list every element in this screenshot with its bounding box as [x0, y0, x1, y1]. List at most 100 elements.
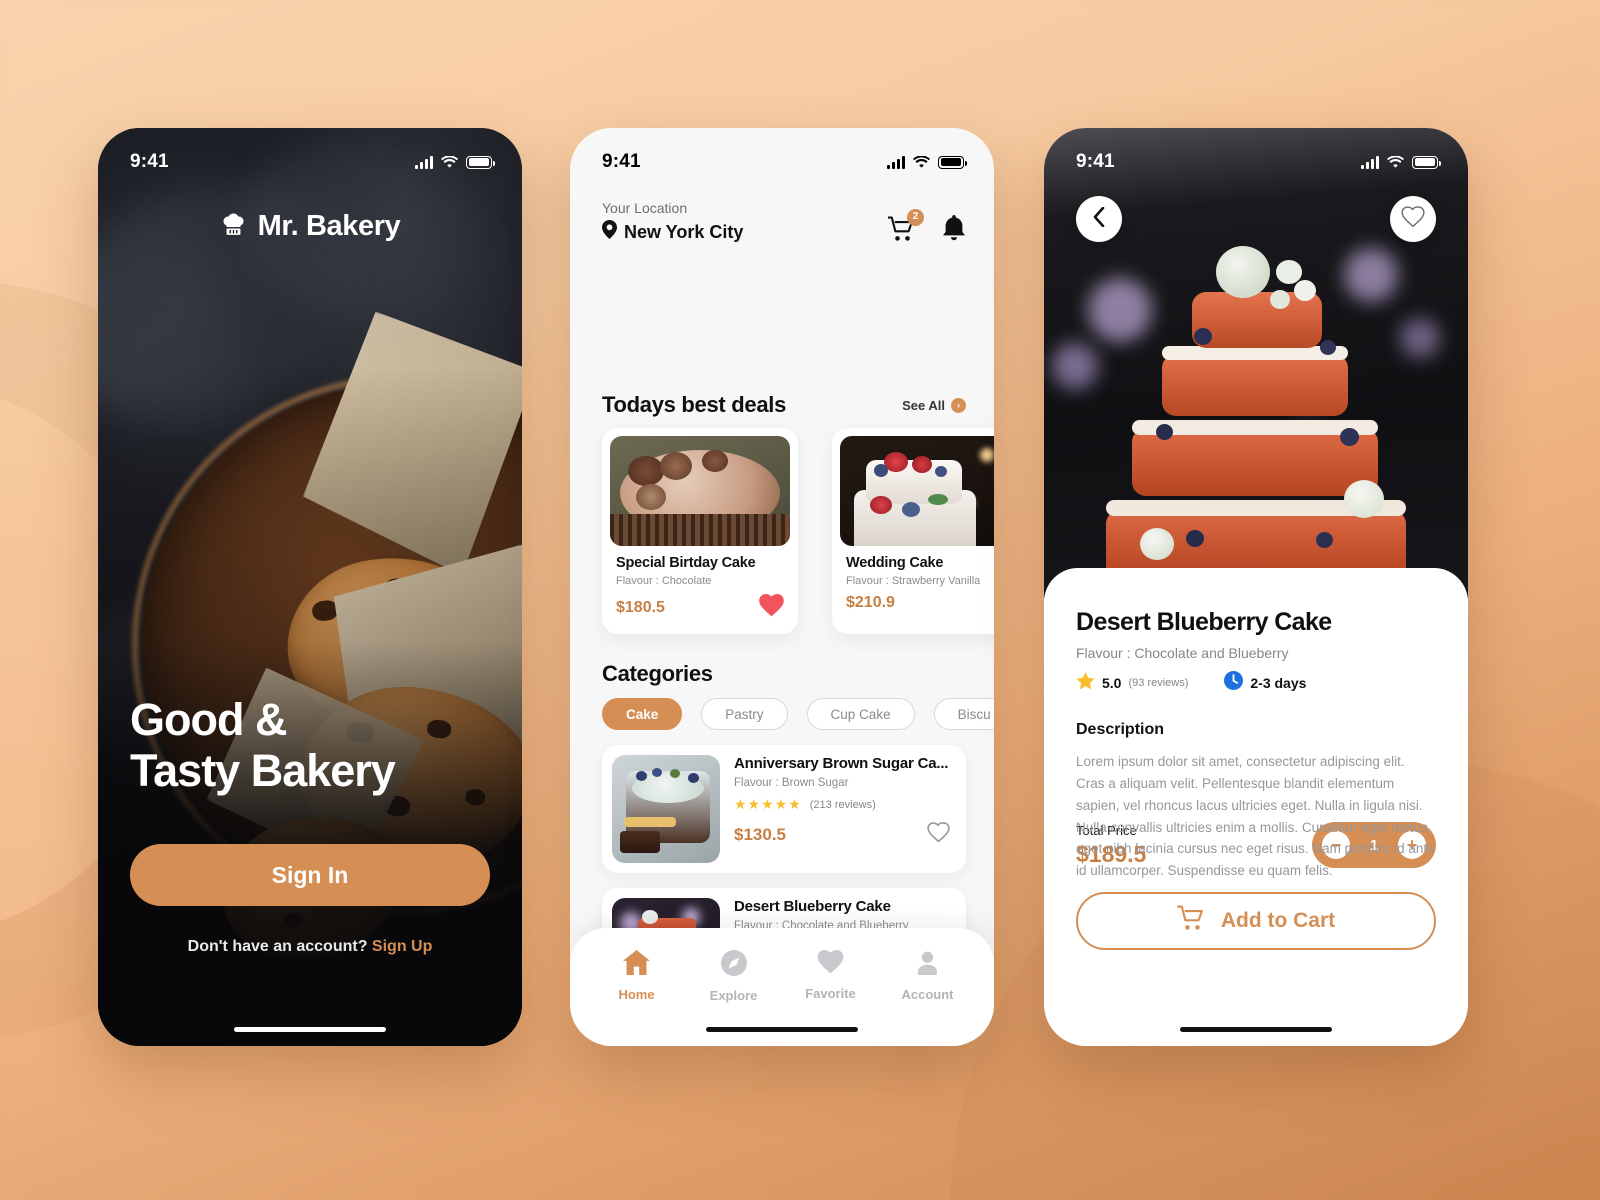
heart-icon — [817, 950, 844, 979]
home-indicator — [234, 1027, 386, 1032]
product-thumbnail-anniversary — [612, 755, 720, 863]
person-icon — [915, 950, 940, 980]
deals-carousel[interactable]: Special Birtday Cake Flavour : Chocolate… — [602, 428, 994, 634]
product-price: $130.5 — [734, 825, 786, 844]
favorite-button[interactable] — [1390, 196, 1436, 242]
photo-overlay-gradient — [98, 128, 522, 1046]
favorite-icon-outline[interactable] — [927, 822, 950, 848]
sign-up-link[interactable]: Sign Up — [372, 938, 432, 955]
star-icon — [1076, 671, 1095, 695]
status-time: 9:41 — [130, 151, 169, 172]
categories-section-header: Categories — [602, 661, 966, 687]
tab-label: Favorite — [805, 986, 856, 1001]
cellular-signal-icon — [1361, 155, 1379, 169]
category-pill-cup-cake[interactable]: Cup Cake — [806, 698, 915, 730]
wifi-icon — [1387, 155, 1404, 169]
home-icon — [623, 950, 650, 980]
deal-image-wedding-cake — [840, 436, 994, 546]
chevron-left-icon — [1093, 206, 1105, 232]
chevron-right-icon: › — [951, 397, 966, 413]
location-value-row: New York City — [602, 220, 743, 244]
product-flavour: Flavour : Chocolate and Blueberry — [1076, 645, 1289, 661]
delivery-time: 2-3 days — [1250, 675, 1307, 691]
no-account-text: Don't have an account? — [187, 938, 368, 955]
heart-outline-icon — [1401, 205, 1425, 233]
product-name: Desert Blueberry Cake — [734, 898, 891, 915]
status-indicators — [415, 155, 495, 169]
deal-price: $210.9 — [846, 594, 895, 611]
tab-label: Explore — [709, 988, 758, 1003]
clock-icon — [1224, 671, 1244, 695]
location-label: Your Location — [602, 200, 688, 216]
battery-icon — [466, 155, 495, 169]
deals-section-header: Todays best deals See All › — [602, 392, 966, 418]
list-item[interactable]: Anniversary Brown Sugar Ca... Flavour : … — [602, 745, 966, 873]
category-pill-cake[interactable]: Cake — [602, 698, 683, 730]
header-actions: 2 — [886, 208, 966, 244]
location-block[interactable]: Your Location New York City — [602, 200, 743, 244]
deal-name: Special Birtday Cake — [616, 555, 756, 571]
deal-card[interactable]: Special Birtday Cake Flavour : Chocolate… — [602, 428, 798, 634]
cart-badge-count: 2 — [907, 208, 924, 226]
product-meta: 5.0 (93 reviews) 2-3 days — [1076, 671, 1436, 695]
wifi-icon — [441, 155, 458, 169]
compass-icon — [720, 950, 747, 981]
product-reviews: (213 reviews) — [809, 798, 876, 811]
tab-explore[interactable]: Explore — [694, 950, 774, 1003]
home-indicator — [1180, 1027, 1332, 1032]
page-title: Desert Blueberry Cake — [1076, 608, 1332, 636]
category-pill-pastry[interactable]: Pastry — [701, 698, 788, 730]
product-rating: ★★★★★ (213 reviews) — [734, 796, 956, 813]
home-content: 9:41 Your Location New York City 2 Today… — [570, 128, 994, 1046]
status-indicators — [887, 155, 967, 169]
deal-card[interactable]: Wedding Cake Flavour : Strawberry Vanill… — [832, 428, 994, 634]
wifi-icon — [913, 155, 930, 169]
back-button[interactable] — [1076, 196, 1122, 242]
category-pills[interactable]: Cake Pastry Cup Cake Biscu — [602, 698, 994, 730]
favorite-icon-filled[interactable] — [759, 594, 784, 622]
cart-button[interactable]: 2 — [886, 208, 924, 242]
reviews-count: (93 reviews) — [1128, 677, 1189, 689]
location-city: New York City — [624, 221, 744, 242]
phone-product-detail-screen: 9:41 Desert Blueberry Cake Flavour : Cho… — [1044, 128, 1468, 1046]
deal-image-birthday-cake — [610, 436, 790, 546]
tab-favorite[interactable]: Favorite — [791, 950, 871, 1001]
rating-block: 5.0 (93 reviews) — [1076, 671, 1189, 695]
tab-account[interactable]: Account — [888, 950, 968, 1002]
status-bar: 9:41 — [570, 128, 994, 180]
sign-in-button[interactable]: Sign In — [130, 844, 490, 906]
deal-name: Wedding Cake — [846, 555, 944, 571]
tab-home[interactable]: Home — [597, 950, 677, 1002]
category-pill-biscuit[interactable]: Biscu — [933, 698, 994, 730]
cellular-signal-icon — [415, 155, 433, 169]
detail-sheet: Desert Blueberry Cake Flavour : Chocolat… — [1044, 568, 1468, 1046]
detail-content: Desert Blueberry Cake Flavour : Chocolat… — [1044, 568, 1468, 1046]
headline-line-2: Tasty Bakery — [130, 744, 396, 796]
phone-onboarding-screen: 9:41 Mr. Bakery Good & Tasty Bakery Sign… — [98, 128, 522, 1046]
app-brand: Mr. Bakery — [98, 210, 522, 243]
tab-label: Account — [901, 987, 954, 1002]
delivery-block: 2-3 days — [1224, 671, 1306, 695]
status-bar: 9:41 — [98, 128, 522, 180]
home-indicator — [706, 1027, 858, 1032]
phone-home-screen: 9:41 Your Location New York City 2 Today… — [570, 128, 994, 1046]
tab-label: Home — [618, 987, 655, 1002]
deals-title: Todays best deals — [602, 392, 787, 417]
cellular-signal-icon — [887, 155, 905, 169]
product-name: Anniversary Brown Sugar Ca... — [734, 755, 949, 772]
poster-canvas: 9:41 Mr. Bakery Good & Tasty Bakery Sign… — [0, 0, 1600, 1200]
see-all-deals-button[interactable]: See All › — [902, 397, 966, 413]
status-time: 9:41 — [1076, 151, 1115, 172]
notifications-button[interactable] — [942, 215, 966, 242]
status-bar: 9:41 — [1044, 128, 1468, 180]
chef-hat-icon — [220, 211, 247, 243]
description-heading: Description — [1076, 721, 1165, 738]
headline-line-1: Good & — [130, 694, 287, 746]
status-time: 9:41 — [602, 151, 641, 172]
battery-icon — [1412, 155, 1441, 169]
star-rating-icons: ★★★★★ — [734, 796, 802, 812]
sign-up-prompt: Don't have an account? Sign Up — [98, 938, 522, 956]
product-flavour: Flavour : Brown Sugar — [734, 777, 849, 789]
categories-title: Categories — [602, 661, 713, 686]
deal-flavour: Flavour : Chocolate — [616, 575, 712, 587]
